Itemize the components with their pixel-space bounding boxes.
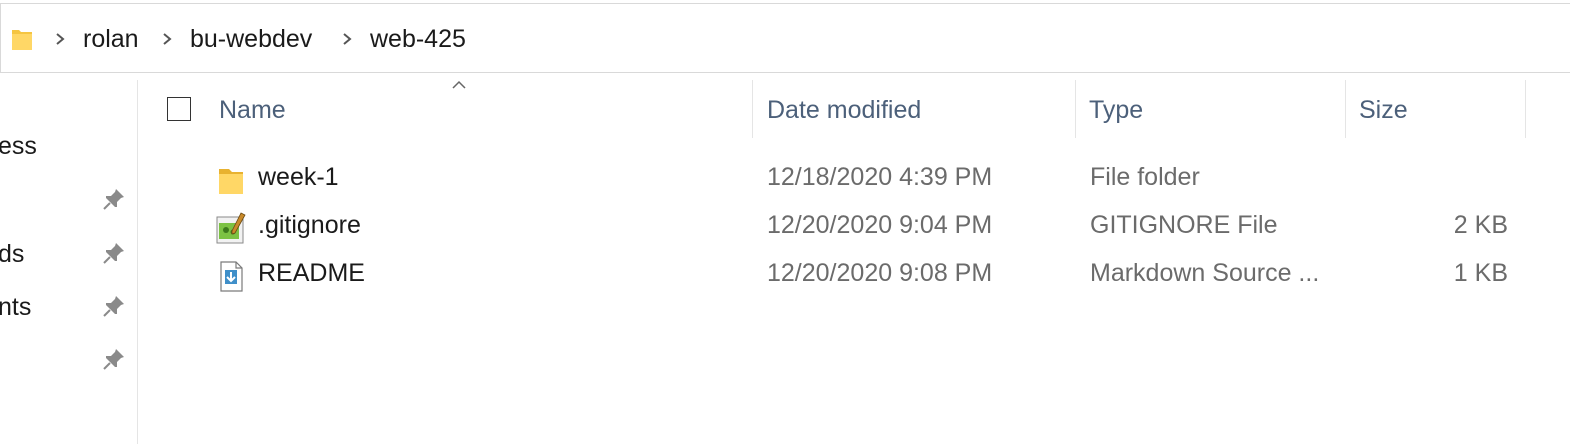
pin-icon[interactable]: [101, 240, 127, 266]
breadcrumb-rolan[interactable]: rolan: [83, 24, 139, 54]
file-date-modified: 12/20/2020 9:04 PM: [767, 211, 993, 239]
chevron-right-icon[interactable]: [341, 32, 353, 46]
column-header-size[interactable]: Size: [1359, 96, 1408, 125]
chevron-right-icon[interactable]: [161, 32, 173, 46]
nav-item-documents[interactable]: nts: [0, 293, 31, 322]
column-divider[interactable]: [752, 80, 753, 138]
navigation-pane: ess ds nts: [0, 80, 138, 444]
pin-icon[interactable]: [101, 186, 127, 212]
nav-item-quick-access[interactable]: ess: [0, 132, 37, 161]
column-header-date-modified[interactable]: Date modified: [767, 96, 921, 125]
markdown-file-icon: [220, 261, 243, 292]
file-name[interactable]: .gitignore: [258, 211, 361, 240]
breadcrumb-bu-webdev[interactable]: bu-webdev: [190, 24, 312, 54]
file-type: Markdown Source ...: [1090, 259, 1320, 287]
select-all-checkbox[interactable]: [167, 97, 191, 121]
file-name[interactable]: week-1: [258, 163, 339, 192]
folder-icon: [219, 169, 243, 194]
column-header-type[interactable]: Type: [1089, 96, 1143, 125]
file-date-modified: 12/20/2020 9:08 PM: [767, 259, 993, 287]
nav-item-downloads[interactable]: ds: [0, 240, 24, 269]
column-divider[interactable]: [1075, 80, 1076, 138]
address-bar[interactable]: rolan bu-webdev web-425: [0, 3, 1570, 73]
breadcrumb-web-425[interactable]: web-425: [370, 24, 466, 54]
column-header-name[interactable]: Name: [219, 96, 286, 125]
file-date-modified: 12/18/2020 4:39 PM: [767, 163, 993, 191]
file-size: 1 KB: [1453, 259, 1508, 287]
file-row[interactable]: week-1 12/18/2020 4:39 PM File folder: [200, 157, 1520, 203]
folder-icon: [12, 30, 32, 50]
column-divider[interactable]: [1345, 80, 1346, 138]
text-editor-file-icon: [216, 212, 246, 244]
file-type: GITIGNORE File: [1090, 211, 1278, 239]
column-divider[interactable]: [1525, 80, 1526, 138]
pin-icon[interactable]: [101, 346, 127, 372]
chevron-right-icon[interactable]: [54, 32, 66, 46]
file-row[interactable]: README 12/20/2020 9:08 PM Markdown Sourc…: [200, 253, 1520, 299]
pin-icon[interactable]: [101, 293, 127, 319]
file-type: File folder: [1090, 163, 1200, 191]
file-row[interactable]: .gitignore 12/20/2020 9:04 PM GITIGNORE …: [200, 205, 1520, 251]
file-size: 2 KB: [1453, 211, 1508, 239]
column-header-row: Name Date modified Type Size: [138, 80, 1570, 144]
file-name[interactable]: README: [258, 259, 365, 288]
